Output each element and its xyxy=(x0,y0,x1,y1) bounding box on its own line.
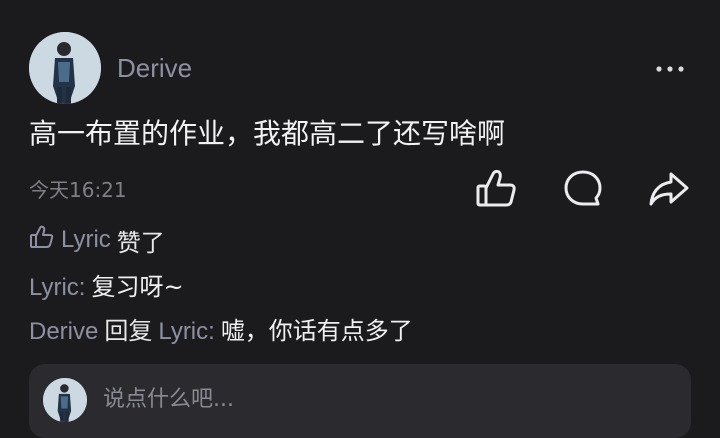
avatar-figure-icon xyxy=(29,32,101,104)
comment-separator: : xyxy=(208,318,215,345)
comment-text: 复习呀~ xyxy=(91,273,184,301)
share-icon[interactable] xyxy=(646,166,692,212)
reply-word: 回复 xyxy=(104,317,153,345)
comment-separator: : xyxy=(78,274,86,301)
comment-author[interactable]: Lyric xyxy=(29,274,79,301)
comment-item[interactable]: Derive 回复 Lyric: 嘘，你话有点多了 xyxy=(29,314,413,349)
comment-item[interactable]: Lyric: 复习呀~ xyxy=(29,270,184,305)
post-time: 今天16:21 xyxy=(29,178,127,202)
more-icon[interactable] xyxy=(653,54,687,84)
comment-input-bar[interactable]: 说点什么吧... xyxy=(29,364,691,438)
comment-author[interactable]: Derive xyxy=(29,318,98,345)
avatar[interactable] xyxy=(29,32,101,104)
comment-icon[interactable] xyxy=(560,166,606,212)
post-content: 高一布置的作业，我都高二了还写啥啊 xyxy=(29,117,506,150)
like-suffix: 赞了 xyxy=(116,228,165,257)
like-user-name[interactable]: Lyric xyxy=(61,226,111,254)
comment-text: 嘘，你话有点多了 xyxy=(220,317,413,345)
thumbs-up-small-icon xyxy=(29,224,55,256)
avatar-figure-icon xyxy=(43,378,87,422)
post-header: Derive xyxy=(29,32,691,104)
thumbs-up-icon[interactable] xyxy=(473,166,519,212)
likes-row: Lyric 赞了 xyxy=(29,222,165,258)
reply-to-author[interactable]: Lyric xyxy=(158,318,208,345)
comment-input[interactable]: 说点什么吧... xyxy=(103,384,234,416)
avatar xyxy=(43,378,87,422)
username[interactable]: Derive xyxy=(117,50,192,86)
